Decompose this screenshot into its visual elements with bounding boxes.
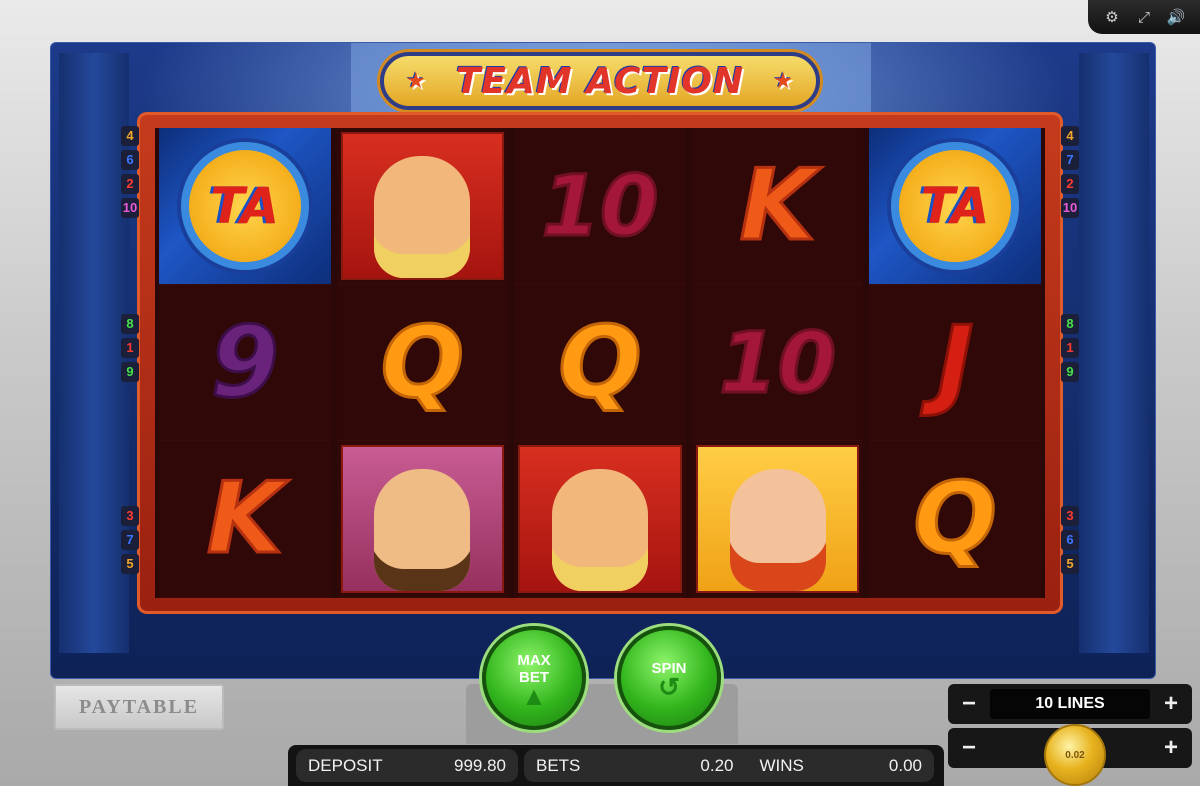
reels: TA 9 K Q 10 Q K 10 TA J Q	[155, 128, 1045, 599]
character-face	[374, 469, 471, 592]
coin-value[interactable]: 0.02	[1044, 724, 1106, 786]
lines-minus-button[interactable]: −	[948, 684, 990, 724]
letter-symbol: Q	[557, 305, 643, 420]
payline-marker[interactable]: 7	[121, 530, 139, 550]
deposit-value: 999.80	[454, 755, 506, 775]
letter-symbol: J	[935, 305, 975, 420]
payline-marker[interactable]: 6	[1061, 530, 1079, 550]
payline-marker[interactable]: 1	[1061, 338, 1079, 358]
symbol-redhead	[691, 441, 864, 599]
paylines-right: 4 7 2 10 8 1 9 3 6 5	[1061, 126, 1081, 596]
payline-marker[interactable]: 4	[121, 126, 139, 146]
top-toolbar: ⚙ ⤢ 🔊	[1088, 0, 1200, 34]
symbol-q: Q	[514, 284, 686, 442]
character-face	[551, 469, 648, 592]
payline-marker[interactable]: 5	[1061, 554, 1079, 574]
payline-marker[interactable]: 7	[1061, 150, 1079, 170]
paytable-label: PAYTABLE	[78, 695, 200, 718]
symbol-goggles	[336, 441, 509, 599]
bets-label: BETS	[536, 755, 581, 775]
sound-icon[interactable]: 🔊	[1165, 6, 1187, 28]
lines-selector: − 10 LINES +	[948, 684, 1192, 724]
payline-marker[interactable]: 5	[121, 554, 139, 574]
wins-value: 0.00	[888, 755, 922, 775]
symbol-k: K	[159, 441, 331, 599]
symbol-q: Q	[336, 284, 509, 442]
character-face	[374, 155, 471, 278]
reel-2: Q	[336, 128, 509, 599]
reel-1: TA 9 K	[159, 128, 331, 599]
bets-value: 0.20	[700, 755, 734, 775]
payline-marker[interactable]: 10	[121, 198, 139, 218]
letter-symbol: Q	[379, 305, 465, 420]
coin-plus-button[interactable]: +	[1150, 728, 1192, 768]
reel-3: 10 Q	[514, 128, 686, 599]
max-bet-label-1: MAX	[517, 651, 551, 669]
symbol-j: J	[869, 284, 1041, 442]
payline-marker[interactable]: 10	[1061, 198, 1079, 218]
payline-marker[interactable]: 3	[121, 506, 139, 526]
payline-marker[interactable]: 8	[121, 314, 139, 334]
gear-icon[interactable]: ⚙	[1101, 6, 1123, 28]
letter-symbol: K	[738, 148, 817, 263]
symbol-10: 10	[691, 284, 864, 442]
paylines-left: 4 6 2 10 8 1 9 3 7 5	[121, 126, 141, 596]
character-portrait	[518, 445, 682, 594]
character-face	[729, 469, 826, 592]
reel-frame: TA 9 K Q 10 Q K 10 TA J Q	[137, 112, 1063, 614]
reel-4: K 10	[691, 128, 864, 599]
logo-text: TEAM ACTION	[455, 60, 745, 102]
deposit-label: DEPOSIT	[308, 755, 383, 775]
status-bar: DEPOSIT 999.80 BETS 0.20 WINS 0.00	[288, 745, 944, 786]
bets-wins-panel: BETS 0.20 WINS 0.00	[524, 749, 934, 782]
character-portrait	[340, 132, 505, 280]
wild-disc: TA	[180, 141, 309, 270]
max-bet-button[interactable]: MAX BET ▲	[482, 626, 586, 730]
wild-text: TA	[210, 176, 280, 235]
coin-minus-button[interactable]: −	[948, 728, 990, 768]
payline-marker[interactable]: 9	[1061, 362, 1079, 382]
wins-label: WINS	[759, 755, 804, 775]
symbol-wild: TA	[869, 128, 1041, 285]
wild-text: TA	[920, 176, 990, 235]
symbol-blond	[514, 441, 686, 599]
symbol-9: 9	[159, 284, 331, 442]
letter-symbol: Q	[912, 462, 998, 577]
paytable-button[interactable]: PAYTABLE	[54, 684, 224, 730]
payline-marker[interactable]: 1	[121, 338, 139, 358]
payline-marker[interactable]: 8	[1061, 314, 1079, 334]
payline-marker[interactable]: 2	[121, 174, 139, 194]
character-portrait	[695, 445, 860, 594]
refresh-icon: ↺	[658, 672, 680, 702]
symbol-k: K	[691, 128, 864, 285]
payline-marker[interactable]: 2	[1061, 174, 1079, 194]
letter-symbol: 10	[718, 313, 838, 412]
letter-symbol: 10	[540, 156, 660, 255]
wild-symbol: TA	[869, 128, 1041, 284]
letter-symbol: K	[205, 462, 284, 577]
symbol-10: 10	[514, 128, 686, 285]
reel-5: TA J Q	[869, 128, 1041, 599]
wild-disc: TA	[891, 141, 1020, 270]
wild-symbol: TA	[159, 128, 331, 284]
payline-marker[interactable]: 6	[121, 150, 139, 170]
spin-button[interactable]: SPIN ↺	[617, 626, 721, 730]
character-portrait	[340, 445, 505, 594]
lines-plus-button[interactable]: +	[1150, 684, 1192, 724]
symbol-q: Q	[869, 441, 1041, 599]
arrow-up-icon: ▲	[521, 680, 547, 711]
deposit-panel: DEPOSIT 999.80	[296, 749, 518, 782]
game-logo: ★ TEAM ACTION ★	[380, 52, 820, 110]
symbol-blond	[336, 128, 509, 285]
letter-symbol: 9	[209, 305, 280, 420]
payline-marker[interactable]: 4	[1061, 126, 1079, 146]
symbol-wild: TA	[159, 128, 331, 285]
fullscreen-icon[interactable]: ⤢	[1133, 6, 1155, 28]
payline-marker[interactable]: 3	[1061, 506, 1079, 526]
payline-marker[interactable]: 9	[121, 362, 139, 382]
lines-display: 10 LINES	[990, 689, 1150, 719]
